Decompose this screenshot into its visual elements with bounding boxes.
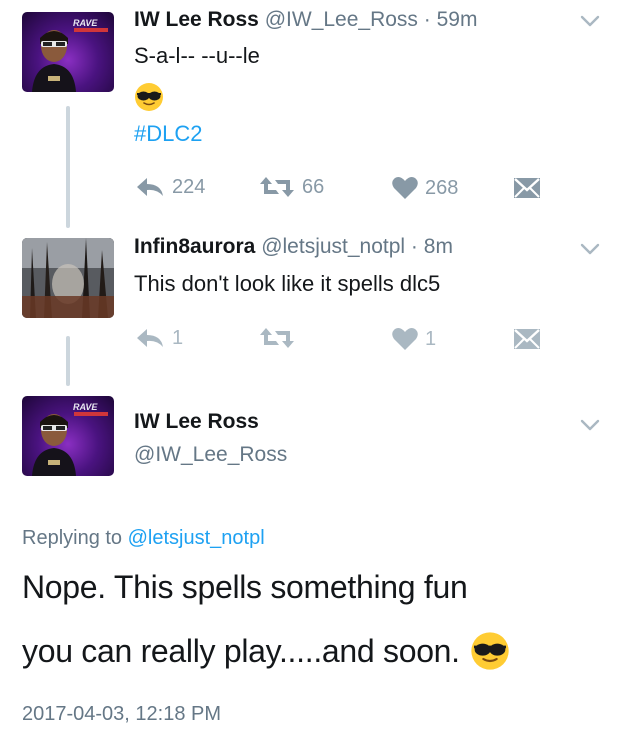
like-count: 1 — [425, 327, 437, 350]
sunglasses-emoji — [135, 83, 163, 111]
forest-photo — [22, 238, 114, 318]
replying-to: Replying to @letsjust_notpl — [22, 527, 265, 550]
tweet-author[interactable]: IW Lee Ross @IW_Lee_Ross · 59m — [134, 8, 477, 32]
thread-line-2 — [66, 336, 70, 386]
reply-button[interactable]: 224 — [134, 175, 205, 199]
thread-line-1 — [66, 106, 70, 228]
chevron-down-icon[interactable] — [580, 242, 600, 256]
retweet-count: 66 — [302, 175, 325, 198]
reply-icon — [137, 178, 163, 196]
dm-icon — [514, 329, 540, 349]
display-name[interactable]: Infin8aurora — [134, 235, 255, 258]
rave-logo: RAVE — [73, 402, 108, 416]
hashtag-link[interactable]: #DLC2 — [134, 121, 202, 147]
display-name[interactable]: IW Lee Ross — [134, 8, 259, 31]
dm-button[interactable] — [512, 327, 542, 351]
replying-prefix: Replying to — [22, 527, 123, 549]
reply-button[interactable]: 1 — [134, 326, 183, 350]
handle[interactable]: @IW_Lee_Ross — [134, 443, 287, 467]
tweet-text-line-2: you can really play.....and soon. — [22, 631, 510, 671]
retweet-button[interactable] — [258, 326, 302, 350]
sunglasses-emoji — [471, 632, 509, 670]
tweet-text-line-1: Nope. This spells something fun — [22, 569, 468, 605]
rave-logo: RAVE — [73, 18, 108, 32]
retweet-icon — [260, 177, 294, 197]
like-button[interactable]: 1 — [391, 326, 436, 352]
reply-count: 224 — [172, 175, 206, 198]
avatar[interactable]: RAVE — [22, 396, 114, 476]
svg-text:RAVE: RAVE — [73, 402, 98, 412]
display-name[interactable]: IW Lee Ross — [134, 410, 259, 434]
dm-icon — [514, 178, 540, 198]
retweet-button[interactable]: 66 — [258, 175, 324, 199]
tweet-text: S-a-l-- --u--le — [134, 43, 260, 68]
tweet-text-line-2-content: you can really play.....and soon. — [22, 632, 460, 669]
tweet-text: This don't look like it spells dlc5 — [134, 271, 441, 296]
mention-link[interactable]: @letsjust_notpl — [128, 527, 265, 549]
tweet-author[interactable]: Infin8aurora @letsjust_notpl · 8m — [134, 235, 453, 259]
chevron-down-icon[interactable] — [580, 14, 600, 28]
like-icon — [392, 328, 418, 350]
like-icon — [392, 177, 418, 199]
like-button[interactable]: 268 — [391, 175, 458, 201]
dm-button[interactable] — [512, 176, 542, 200]
reply-icon — [137, 329, 163, 347]
like-count: 268 — [425, 176, 459, 199]
timestamp: 2017-04-03, 12:18 PM — [22, 703, 222, 725]
avatar[interactable] — [22, 238, 114, 318]
svg-text:RAVE: RAVE — [73, 18, 98, 28]
avatar[interactable]: RAVE — [22, 12, 114, 92]
retweet-icon — [260, 328, 294, 348]
reply-count: 1 — [172, 326, 184, 349]
handle-time: @IW_Lee_Ross · 59m — [264, 8, 478, 31]
chevron-down-icon[interactable] — [580, 418, 600, 432]
handle-time: @letsjust_notpl · 8m — [261, 235, 453, 258]
